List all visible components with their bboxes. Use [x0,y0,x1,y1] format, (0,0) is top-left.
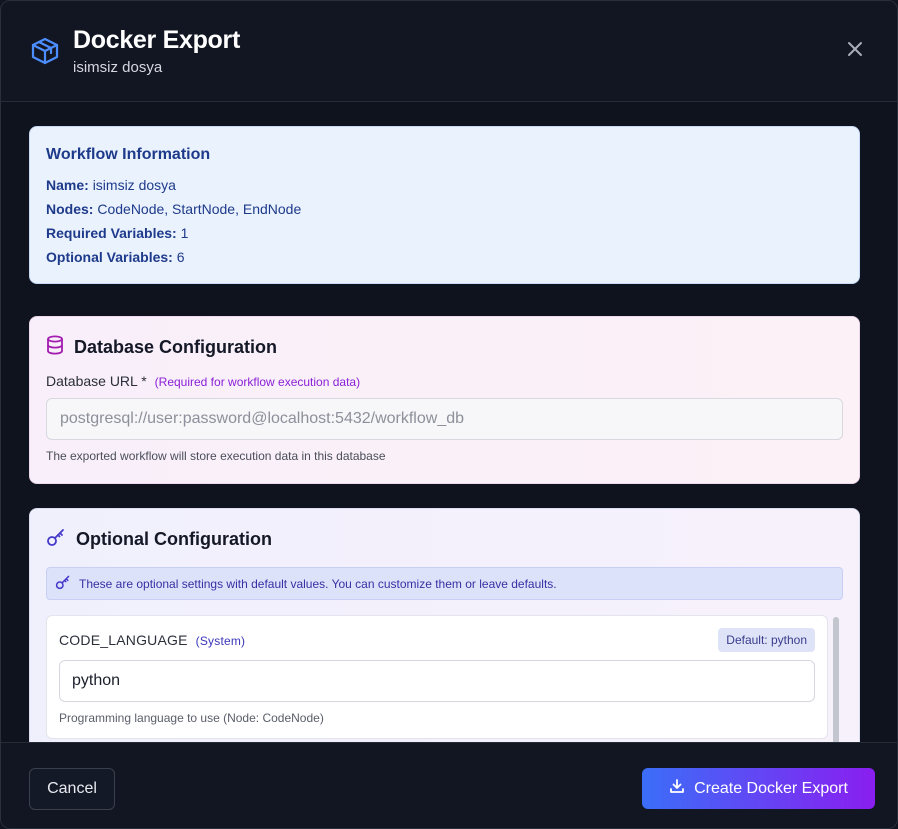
info-label: Required Variables: [46,225,177,241]
close-button[interactable] [841,37,869,65]
optional-notice: These are optional settings with default… [46,567,843,600]
workflow-info-card: Workflow Information Name: isimsiz dosya… [29,126,860,284]
code-language-input[interactable] [59,660,815,702]
info-value: CodeNode, StartNode, EndNode [97,201,302,217]
variable-tag: (System) [195,634,246,648]
close-icon [846,40,864,63]
key-icon [55,574,71,593]
scrollbar[interactable] [833,617,839,742]
database-url-label-text: Database URL * [46,373,147,389]
info-label: Optional Variables: [46,249,173,265]
variable-name-row: CODE_LANGUAGE (System) [59,632,245,648]
info-value: 1 [180,225,189,241]
key-icon [46,527,66,552]
variable-help: Programming language to use (Node: CodeN… [59,711,324,725]
database-url-help: The exported workflow will store executi… [46,449,386,463]
info-label: Nodes: [46,201,94,217]
variable-name: CODE_LANGUAGE [59,632,188,648]
docker-export-dialog: Docker Export isimsiz dosya Workflow Inf… [0,0,898,829]
dialog-header: Docker Export isimsiz dosya [1,1,897,102]
dialog-title: Docker Export [73,26,240,54]
optional-notice-text: These are optional settings with default… [79,576,557,591]
database-config-header: Database Configuration [46,335,843,360]
workflow-info-title: Workflow Information [46,146,211,163]
download-icon [669,778,685,799]
optional-variables-row: Optional Variables: 6 [46,245,843,269]
info-label: Name: [46,177,89,193]
create-docker-export-button[interactable]: Create Docker Export [642,768,875,809]
info-value: isimsiz dosya [92,177,176,193]
variable-card: CODE_LANGUAGE (System) Default: python P… [46,615,828,739]
create-button-label: Create Docker Export [694,779,848,797]
default-badge: Default: python [718,628,815,652]
info-value: 6 [176,249,185,265]
cancel-button[interactable]: Cancel [29,768,115,810]
database-icon [46,335,64,360]
optional-config-title: Optional Configuration [76,529,272,549]
optional-config-header: Optional Configuration [46,527,843,552]
database-url-input[interactable] [46,398,843,440]
required-hint: (Required for workflow execution data) [154,375,361,389]
workflow-nodes-row: Nodes: CodeNode, StartNode, EndNode [46,197,843,221]
database-config-title: Database Configuration [74,337,278,357]
dialog-body: Workflow Information Name: isimsiz dosya… [1,102,897,742]
dialog-footer: Cancel Create Docker Export [1,742,897,828]
database-url-label: Database URL * (Required for workflow ex… [46,373,843,389]
workflow-name-row: Name: isimsiz dosya [46,173,843,197]
package-icon [29,35,61,67]
optional-config-card: Optional Configuration These are optiona… [29,508,860,742]
dialog-subtitle: isimsiz dosya [73,59,163,76]
database-config-card: Database Configuration Database URL * (R… [29,316,860,484]
required-variables-row: Required Variables: 1 [46,221,843,245]
